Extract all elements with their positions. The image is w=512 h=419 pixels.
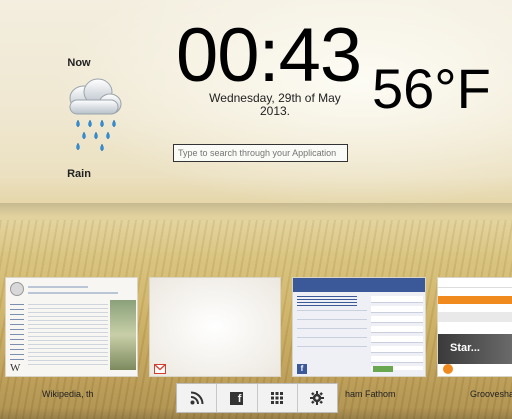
weather-now-label: Now	[67, 57, 91, 69]
gmail-envelope-icon	[154, 364, 166, 374]
rain-cloud-icon	[69, 78, 122, 152]
date-line-2: 2013.	[259, 104, 291, 118]
settings-button[interactable]	[298, 384, 337, 412]
facebook-icon: f	[230, 391, 244, 405]
window-thumbnail-wikipedia[interactable]: W	[5, 277, 138, 377]
fb-features-list	[297, 310, 367, 350]
wiki-sidebar	[10, 304, 24, 364]
window-title-wikipedia: Wikipedia, th	[42, 389, 94, 399]
facebook-header-bar	[293, 278, 425, 292]
wiki-infobox-image	[110, 300, 136, 370]
wikipedia-globe-icon	[10, 282, 24, 296]
weather-condition-label: Rain	[67, 168, 91, 180]
gear-icon	[310, 391, 325, 405]
wallpaper-treeline	[0, 203, 512, 217]
window-title-facebook: ham Fathom	[345, 389, 396, 399]
temperature: 56°F	[372, 57, 491, 120]
clock-time: 00:43	[176, 13, 362, 98]
wikipedia-w-icon: W	[10, 362, 21, 374]
window-thumbnail-grooveshark[interactable]: Star...	[437, 277, 512, 377]
launcher-dock: f	[176, 383, 338, 413]
grooveshark-banner: Star...	[438, 334, 512, 364]
fb-tagline	[297, 296, 357, 306]
facebook-f-icon: f	[297, 364, 307, 374]
window-thumbnail-gmail[interactable]	[149, 277, 281, 377]
apps-grid-icon	[271, 392, 284, 404]
app-search-input[interactable]	[173, 144, 348, 162]
fb-signup-form	[371, 296, 423, 370]
apps-grid-button[interactable]	[258, 384, 298, 412]
fb-signup-button	[373, 366, 393, 372]
wiki-text-line	[28, 286, 88, 288]
grooveshark-banner-text: Star...	[450, 342, 480, 354]
wiki-article-text	[28, 304, 108, 366]
grooveshark-nav	[438, 312, 512, 322]
gmail-blank-page	[150, 278, 280, 376]
grooveshark-logo-icon	[443, 364, 453, 374]
grooveshark-orange-bar	[438, 296, 512, 304]
clock-date: Wednesday, 29th of May 2013.	[180, 92, 370, 118]
wiki-text-line	[28, 292, 118, 294]
rss-icon	[190, 391, 204, 405]
window-title-grooveshark: Grooveshar	[470, 389, 512, 399]
rss-button[interactable]	[177, 384, 218, 412]
window-thumbnail-facebook[interactable]: f	[292, 277, 426, 377]
grooveshark-header	[438, 278, 512, 288]
facebook-button[interactable]: f	[217, 384, 258, 412]
